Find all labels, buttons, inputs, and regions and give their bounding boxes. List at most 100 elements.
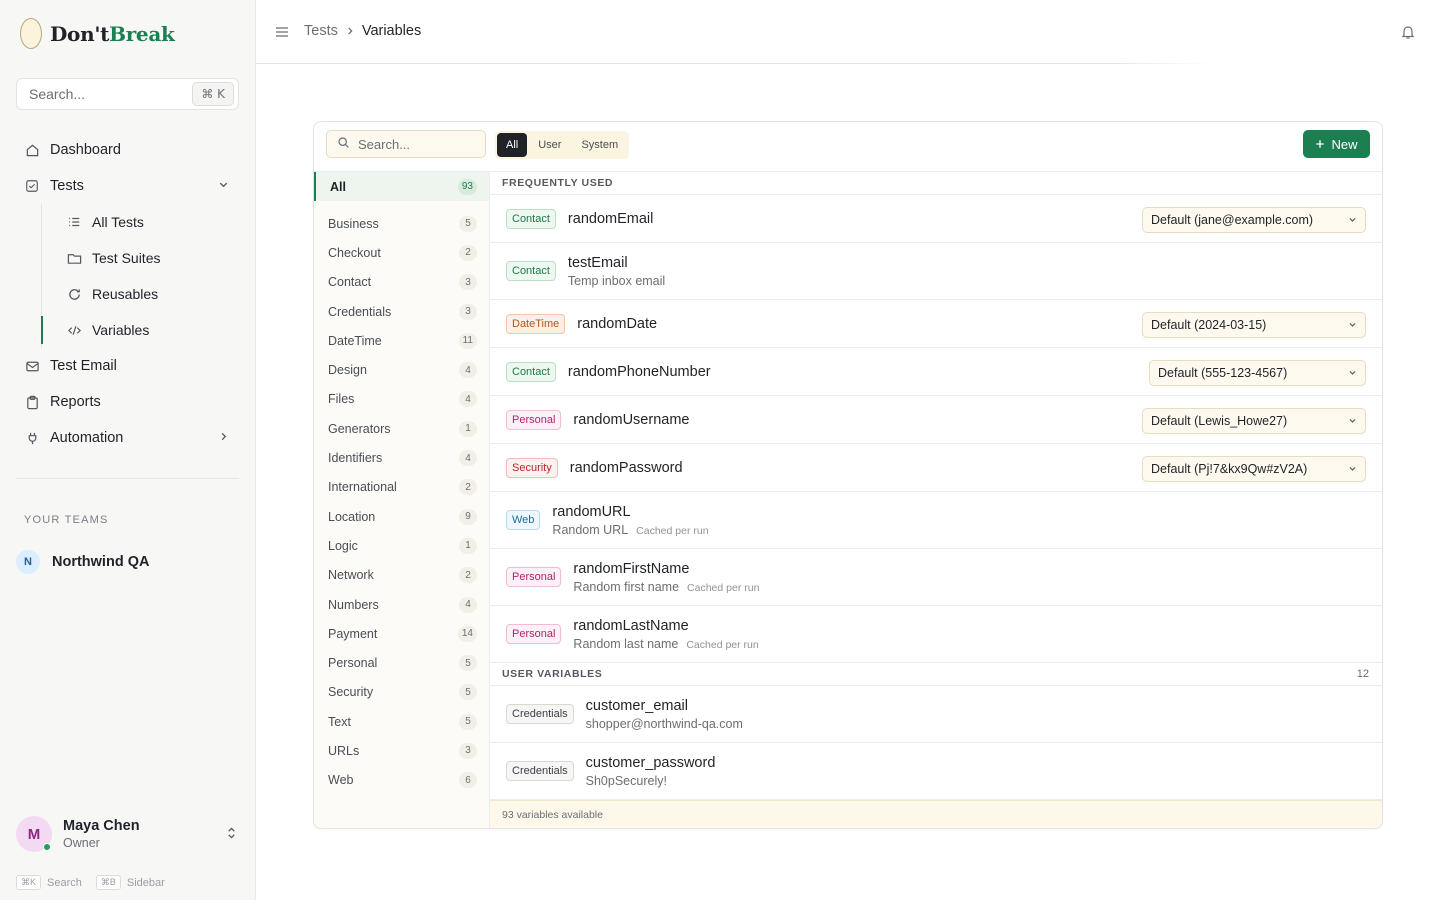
variable-description-line: Random last name Cached per run [573,637,758,651]
variable-row[interactable]: Web randomURL Random URL Cached per run [490,492,1382,549]
category-item[interactable]: Text 5 [314,707,489,736]
category-item[interactable]: DateTime 11 [314,326,489,355]
category-label: Logic [328,538,358,553]
search-shortcut-label: Search [47,876,82,889]
category-item[interactable]: Web 6 [314,766,489,795]
sidebar-item-tests[interactable]: Tests [16,168,239,204]
category-item[interactable]: Design 4 [314,355,489,384]
category-item[interactable]: Generators 1 [314,414,489,443]
variables-list: FREQUENTLY USED Contact randomEmail Defaul… [490,172,1382,828]
variable-row[interactable]: Security randomPassword Default (Pj!7&kx9Q… [490,444,1382,492]
variable-name: randomPassword [569,459,683,476]
category-item[interactable]: Logic 1 [314,531,489,560]
category-count: 5 [459,684,477,701]
breadcrumb: Tests Variables [304,23,421,39]
variable-description: Random last name [573,636,679,651]
sidebar-item-label: Variables [92,322,150,338]
filter-system[interactable]: System [572,133,627,157]
header-divider [256,63,1212,64]
category-item[interactable]: Business 5 [314,209,489,238]
category-count: 4 [459,391,477,408]
variables-search-input[interactable]: Search... [326,130,486,158]
sidebar-item-variables[interactable]: Variables [41,312,239,348]
chevron-up-down-icon[interactable] [226,825,237,842]
breadcrumb-tests[interactable]: Tests [304,23,338,39]
sidebar-item-label: Reports [50,394,101,410]
category-label: Personal [328,656,378,671]
search-placeholder: Search... [358,136,411,152]
filter-user[interactable]: User [529,133,570,157]
variable-row[interactable]: DateTime randomDate Default (2024-03-15) [490,300,1382,348]
user-menu[interactable]: M Maya Chen Owner [16,816,239,852]
default-value-select[interactable]: Default (555-123-4567) [1149,360,1366,386]
variable-category-tag: Security [506,457,558,478]
variable-row[interactable]: Personal randomFirstName Random first name… [490,549,1382,606]
plug-icon [24,430,40,446]
category-item[interactable]: Security 5 [314,678,489,707]
category-item[interactable]: Payment 14 [314,619,489,648]
category-item[interactable]: Network 2 [314,561,489,590]
default-value-select[interactable]: Default (jane@example.com) [1142,207,1366,233]
category-item[interactable]: Files 4 [314,385,489,414]
filter-all[interactable]: All [497,133,528,157]
variable-name: randomPhoneNumber [567,363,711,380]
category-label: Security [328,685,374,700]
category-item[interactable]: Contact 3 [314,268,489,297]
sidebar-shortcut-key: ⌘B [95,875,121,890]
category-item[interactable]: URLs 3 [314,736,489,765]
variable-info: randomLastName Random last name Cached per… [573,618,758,651]
variable-note: Cached per run [636,524,709,537]
default-value-select[interactable]: Default (2024-03-15) [1142,312,1366,338]
category-item[interactable]: Location 9 [314,502,489,531]
avatar: M [16,816,52,852]
category-all[interactable]: All 93 [314,172,489,201]
variable-category-tag: Web [506,510,541,530]
sidebar-search[interactable]: Search... ⌘ K [16,78,239,110]
variable-row[interactable]: Contact testEmail Temp inbox email [490,243,1382,300]
chevron-down-icon[interactable] [218,179,229,193]
category-item[interactable]: Checkout 2 [314,238,489,267]
section-title: FREQUENTLY USED [502,177,614,189]
sidebar-item-dashboard[interactable]: Dashboard [16,132,239,168]
sidebar-item-all-tests[interactable]: All Tests [42,204,239,240]
category-item[interactable]: Personal 5 [314,648,489,677]
variable-row[interactable]: Contact randomEmail Default (jane@example.… [490,195,1382,243]
variable-row[interactable]: Credentials customer_password Sh0pSecurely… [490,743,1382,800]
chevron-down-icon [1348,464,1357,475]
category-label: Text [328,714,351,729]
category-item[interactable]: Numbers 4 [314,590,489,619]
variable-row[interactable]: Personal randomUsername Default (Lewis_How… [490,396,1382,444]
brand-logo[interactable]: Don'tBreak [20,18,175,49]
default-value-select[interactable]: Default (Lewis_Howe27) [1142,408,1366,434]
chevron-right-icon[interactable] [218,431,229,445]
category-item[interactable]: International 2 [314,473,489,502]
bell-icon[interactable] [1400,24,1416,40]
sidebar-item-test-email[interactable]: Test Email [16,348,239,384]
variable-name: randomUsername [573,411,690,428]
variable-name: randomDate [577,315,658,332]
plus-icon [1316,140,1325,148]
variable-row[interactable]: Credentials customer_email shopper@northwi… [490,686,1382,743]
sidebar-item-reusables[interactable]: Reusables [42,276,239,312]
category-item[interactable]: Identifiers 4 [314,443,489,472]
variable-description-line: shopper@northwind-qa.com [586,717,743,731]
variable-row[interactable]: Contact randomPhoneNumber Default (555-123… [490,348,1382,396]
category-label: Numbers [328,597,379,612]
sidebar-item-test-suites[interactable]: Test Suites [42,240,239,276]
variable-row[interactable]: Personal randomLastName Random last name Ca… [490,606,1382,663]
category-item[interactable]: Credentials 3 [314,297,489,326]
default-value-select[interactable]: Default (Pj!7&kx9Qw#zV2A) [1142,456,1366,482]
chevron-right-icon [345,24,355,39]
variable-category-tag: Personal [506,624,562,644]
category-count: 3 [459,303,477,320]
new-variable-button[interactable]: New [1303,130,1370,158]
team-northwind-qa[interactable]: N Northwind QA [16,550,149,574]
category-count: 4 [459,362,477,379]
variable-info: randomEmail [568,211,653,227]
sidebar-item-label: Reusables [92,286,159,302]
sidebar-item-automation[interactable]: Automation [16,420,239,456]
menu-icon[interactable] [274,24,290,40]
category-label: Checkout [328,245,381,260]
variable-name: randomURL [552,503,631,520]
sidebar-item-reports[interactable]: Reports [16,384,239,420]
